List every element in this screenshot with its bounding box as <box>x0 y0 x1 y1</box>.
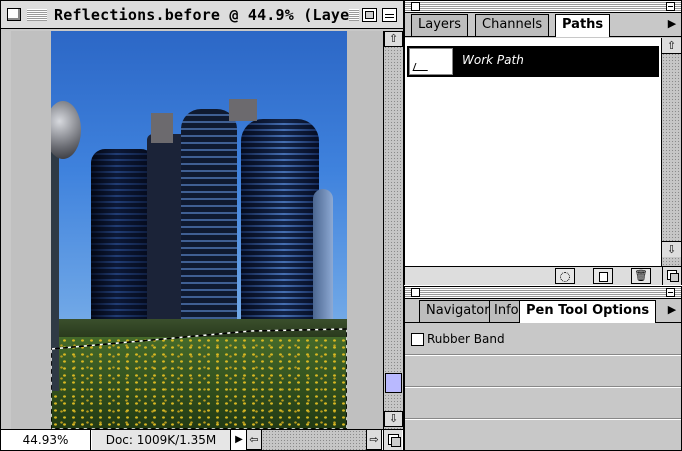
paths-scrollbar[interactable]: ⇧ ⇩ <box>662 38 681 266</box>
scroll-down-icon[interactable]: ⇩ <box>662 241 681 257</box>
paths-toolbar: 🗑 <box>405 266 681 285</box>
horizontal-scroll-track[interactable] <box>262 430 366 450</box>
palette-menu-arrow-icon[interactable]: ▶ <box>666 17 678 31</box>
paths-palette: Layers Channels Paths ▶ Work Path ⇧ ⇩ 🗑 <box>404 0 682 285</box>
tab-navigator[interactable]: Navigator <box>419 300 497 322</box>
palette-close-icon[interactable] <box>411 2 420 11</box>
status-bar: 44.93% Doc: 1009K/1.35M ▶ ⇦ ⇨ <box>1 429 403 450</box>
tab-paths[interactable]: Paths <box>555 14 611 37</box>
image-canvas[interactable] <box>51 31 347 429</box>
titlebar-stripes <box>27 9 47 21</box>
document-title: Reflections.before @ 44.9% (Layer <box>54 6 359 24</box>
selection-marquee <box>51 328 347 429</box>
divider <box>405 386 681 388</box>
path-row-work-path[interactable]: Work Path <box>407 46 659 77</box>
close-box-icon[interactable] <box>7 8 21 21</box>
palette-tabs: Navigator Info Pen Tool Options ▶ <box>405 300 681 323</box>
scroll-up-icon[interactable]: ⇧ <box>662 38 681 54</box>
palette-resize-icon[interactable] <box>662 267 681 285</box>
zoom-box-icon[interactable] <box>362 8 377 22</box>
scroll-up-icon[interactable]: ⇧ <box>384 31 403 47</box>
path-thumbnail <box>409 48 453 75</box>
collapse-box-icon[interactable] <box>382 8 397 22</box>
load-path-as-selection-button[interactable] <box>555 268 575 284</box>
palette-close-icon[interactable] <box>411 288 420 297</box>
path-name: Work Path <box>462 53 524 67</box>
scroll-track[interactable] <box>384 47 403 397</box>
document-titlebar[interactable]: Reflections.before @ 44.9% (Layer <box>1 1 403 29</box>
rubber-band-label: Rubber Band <box>427 332 505 346</box>
zoom-level-field[interactable]: 44.93% <box>1 430 91 450</box>
tab-channels[interactable]: Channels <box>475 14 550 36</box>
divider <box>405 418 681 420</box>
resize-box-icon[interactable] <box>383 430 402 450</box>
scroll-left-icon[interactable]: ⇦ <box>246 430 262 450</box>
canvas-area[interactable] <box>11 31 383 429</box>
scroll-right-icon[interactable]: ⇨ <box>366 430 382 450</box>
pen-tool-options-body: Rubber Band <box>405 324 681 450</box>
scroll-down-icon[interactable]: ⇩ <box>384 411 403 427</box>
new-path-button[interactable] <box>593 268 613 284</box>
options-palette: Navigator Info Pen Tool Options ▶ Rubber… <box>404 286 682 451</box>
tab-layers[interactable]: Layers <box>411 14 469 36</box>
palette-tabs: Layers Channels Paths ▶ <box>405 14 681 37</box>
paths-list: Work Path <box>405 38 662 266</box>
palette-titlebar[interactable] <box>405 1 681 13</box>
tab-pen-tool-options[interactable]: Pen Tool Options <box>519 300 657 323</box>
divider <box>405 354 681 356</box>
palette-collapse-icon[interactable] <box>666 2 675 11</box>
palette-collapse-icon[interactable] <box>666 288 675 297</box>
rubber-band-checkbox[interactable] <box>411 333 424 346</box>
status-menu-arrow-icon[interactable]: ▶ <box>232 430 246 450</box>
palette-menu-arrow-icon[interactable]: ▶ <box>666 303 678 317</box>
titlebar-stripes <box>349 9 359 21</box>
doc-size-info[interactable]: Doc: 1009K/1.35M <box>92 430 231 450</box>
document-window: Reflections.before @ 44.9% (Layer ⇧ ⇩ 44… <box>0 0 404 451</box>
palette-titlebar[interactable] <box>405 287 681 299</box>
trash-icon[interactable]: 🗑 <box>631 268 651 284</box>
vertical-scrollbar[interactable]: ⇧ ⇩ <box>383 31 403 429</box>
scroll-thumb[interactable] <box>385 373 402 393</box>
